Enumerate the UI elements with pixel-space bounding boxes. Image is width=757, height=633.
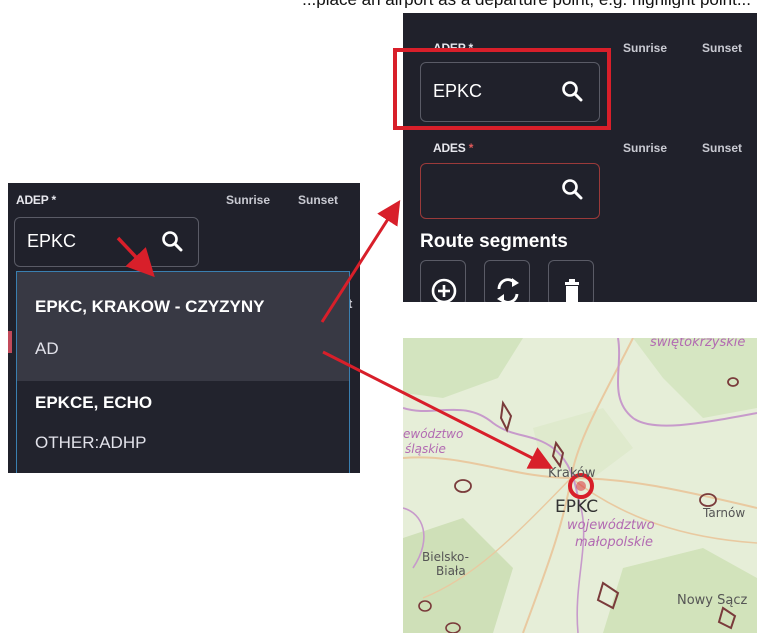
- sunset-column-header: Sunset: [702, 41, 743, 55]
- sunrise-column-header: Sunrise: [623, 141, 668, 155]
- search-icon[interactable]: [561, 178, 583, 200]
- sunrise-column-header: Sunrise: [623, 41, 668, 55]
- adep-label: ADEP *: [16, 193, 56, 207]
- map-label-epkc: EPKC: [555, 497, 599, 517]
- suggestion-title: EPKCE, ECHO: [35, 393, 153, 412]
- refresh-icon: [497, 278, 519, 302]
- map-view[interactable]: świętokrzyskie ewództwo śląskie Kraków E…: [403, 338, 757, 633]
- map-label-bielsko: Bielsko-: [422, 550, 469, 564]
- route-segments-heading: Route segments: [420, 231, 568, 252]
- sunset-column-header: Sunset: [702, 141, 743, 155]
- trash-icon: [565, 279, 579, 302]
- plus-circle-icon: [431, 278, 457, 302]
- map-label-slaskie: śląskie: [405, 442, 446, 456]
- adep-input-value: EPKC: [27, 231, 77, 251]
- airport-suggestions-dropdown: EPKC, KRAKOW - CZYZYNY AD EPKCE, ECHO OT…: [16, 271, 350, 473]
- suggestion-title: EPKC, KRAKOW - CZYZYNY: [35, 297, 265, 316]
- suggestion-item-epkce[interactable]: EPKCE, ECHO OTHER:ADHP: [17, 381, 349, 473]
- map-background: [403, 338, 757, 633]
- ades-input[interactable]: [420, 163, 600, 219]
- adep-search-panel: ADEP * Sunrise Sunset EPKC t EPKC, KRAKO…: [8, 183, 360, 473]
- adep-search-input[interactable]: EPKC: [14, 217, 199, 267]
- suggestion-type: OTHER:ADHP: [35, 433, 147, 452]
- reverse-route-button[interactable]: [484, 260, 530, 302]
- search-icon[interactable]: [161, 230, 183, 252]
- map-label-swietokrzyskie: świętokrzyskie: [650, 338, 746, 350]
- map-label-tarnow: Tarnów: [703, 506, 746, 520]
- delete-route-button[interactable]: [548, 260, 594, 302]
- sunset-column-header: Sunset: [298, 193, 339, 207]
- row-marker: [8, 331, 12, 353]
- ades-label: ADES *: [433, 141, 474, 155]
- adep-highlight-box: [393, 48, 611, 130]
- sunrise-column-header: Sunrise: [226, 193, 271, 207]
- map-label-nowy-sacz: Nowy Sącz: [677, 593, 748, 608]
- map-label-malopolskie: małopolskie: [575, 535, 654, 550]
- add-segment-button[interactable]: [420, 260, 466, 302]
- suggestion-item-epkc[interactable]: EPKC, KRAKOW - CZYZYNY AD: [17, 272, 349, 381]
- map-label-wojewodztwo: województwo: [567, 518, 655, 533]
- map-label-biala: Biała: [436, 564, 466, 578]
- top-caption-text: ...place an airport as a departure point…: [0, 0, 757, 8]
- map-label-wojewodztwo-slaskie: ewództwo: [403, 427, 464, 441]
- map-label-krakow: Kraków: [548, 466, 596, 481]
- suggestion-type: AD: [35, 339, 59, 358]
